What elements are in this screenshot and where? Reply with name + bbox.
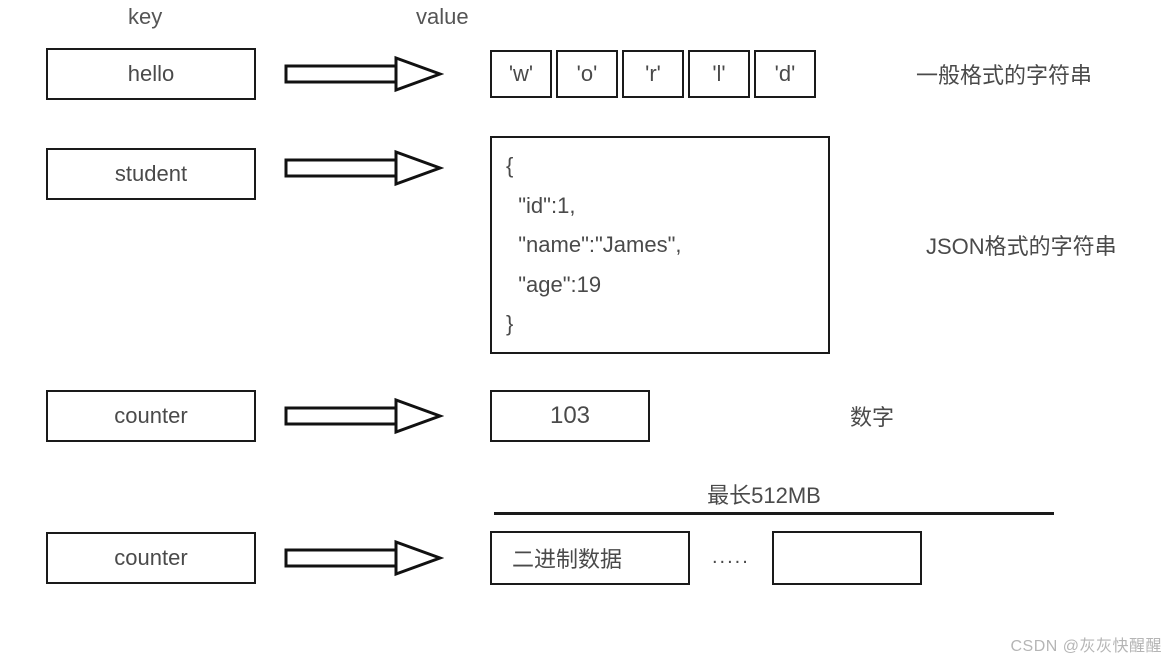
row-binary-group: 最长512MB [36, 478, 1136, 531]
char-cell: 'd' [754, 50, 816, 98]
max-length-label: 最长512MB [494, 478, 1034, 510]
key-box: counter [46, 532, 256, 584]
arrow-icon [284, 538, 444, 578]
header-key: key [36, 4, 296, 30]
key-box: student [46, 148, 256, 200]
arrow-icon [284, 148, 444, 188]
key-label: counter [114, 545, 187, 571]
column-headers: key value [36, 4, 1136, 30]
length-line [494, 512, 1054, 515]
key-box: counter [46, 390, 256, 442]
key-box: hello [46, 48, 256, 100]
row-binary: counter 二进制数据 ..... [36, 531, 1136, 585]
char-cell: 'w' [490, 50, 552, 98]
row-string: hello 'w' 'o' 'r' 'l' 'd' 一般格式的字符串 [36, 48, 1136, 100]
header-value: value [296, 4, 746, 30]
watermark: CSDN @灰灰快醒醒 [1010, 632, 1162, 656]
json-box: { "id":1, "name":"James", "age":19 } [490, 136, 830, 354]
arrow-icon [284, 396, 444, 436]
binary-box-empty [772, 531, 922, 585]
key-label: student [115, 161, 187, 187]
char-cell: 'o' [556, 50, 618, 98]
value-chars: 'w' 'o' 'r' 'l' 'd' [490, 50, 820, 98]
ellipsis: ..... [712, 546, 750, 569]
key-label: hello [128, 61, 174, 87]
binary-box: 二进制数据 [490, 531, 690, 585]
row-number: counter 103 数字 [36, 390, 1136, 442]
row-desc: 一般格式的字符串 [820, 58, 1136, 90]
binary-value: 二进制数据 ..... [490, 531, 922, 585]
row-desc: 数字 [650, 400, 1136, 432]
key-label: counter [114, 403, 187, 429]
number-box: 103 [490, 390, 650, 442]
arrow-icon [284, 54, 444, 94]
char-cell: 'l' [688, 50, 750, 98]
row-json: student { "id":1, "name":"James", "age":… [36, 136, 1136, 354]
row-desc: JSON格式的字符串 [830, 229, 1136, 261]
char-cell: 'r' [622, 50, 684, 98]
